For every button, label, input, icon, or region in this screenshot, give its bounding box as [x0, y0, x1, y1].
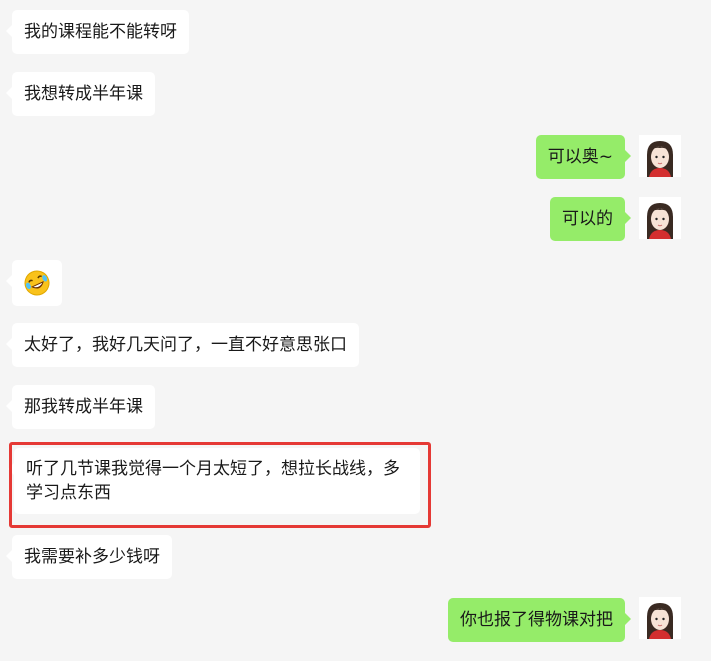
incoming-message-bubble[interactable]: 我的课程能不能转呀 [6, 10, 189, 54]
message-text: 听了几节课我觉得一个月太短了，想拉长战线，多学习点东西 [26, 459, 400, 503]
message-text: 可以的 [562, 209, 613, 229]
message-text: 太好了，我好几天问了，一直不好意思张口 [24, 335, 347, 355]
avatar-girl-icon [639, 597, 681, 639]
incoming-message-bubble[interactable] [6, 260, 62, 306]
sender-avatar[interactable] [639, 197, 681, 239]
message-text: 那我转成半年课 [24, 397, 143, 417]
message-text: 可以奥~ [547, 147, 613, 167]
sender-avatar[interactable] [639, 597, 681, 639]
outgoing-message-bubble[interactable]: 可以的 [550, 197, 631, 241]
sender-avatar[interactable] [639, 135, 681, 177]
message-text: 我的课程能不能转呀 [24, 22, 177, 42]
laughing-crying-emoji-icon [24, 270, 50, 296]
incoming-message-bubble[interactable]: 听了几节课我觉得一个月太短了，想拉长战线，多学习点东西 [8, 448, 420, 514]
outgoing-message-bubble[interactable]: 你也报了得物课对把 [448, 598, 631, 642]
incoming-message-bubble[interactable]: 太好了，我好几天问了，一直不好意思张口 [6, 323, 359, 367]
message-text: 我想转成半年课 [24, 84, 143, 104]
message-text: 你也报了得物课对把 [460, 610, 613, 630]
avatar-girl-icon [639, 135, 681, 177]
outgoing-message-bubble[interactable]: 可以奥~ [535, 135, 632, 179]
avatar-girl-icon [639, 197, 681, 239]
incoming-message-bubble[interactable]: 我想转成半年课 [6, 72, 155, 116]
message-text: 我需要补多少钱呀 [24, 547, 160, 567]
incoming-message-bubble[interactable]: 我需要补多少钱呀 [6, 535, 172, 579]
incoming-message-bubble[interactable]: 那我转成半年课 [6, 385, 155, 429]
